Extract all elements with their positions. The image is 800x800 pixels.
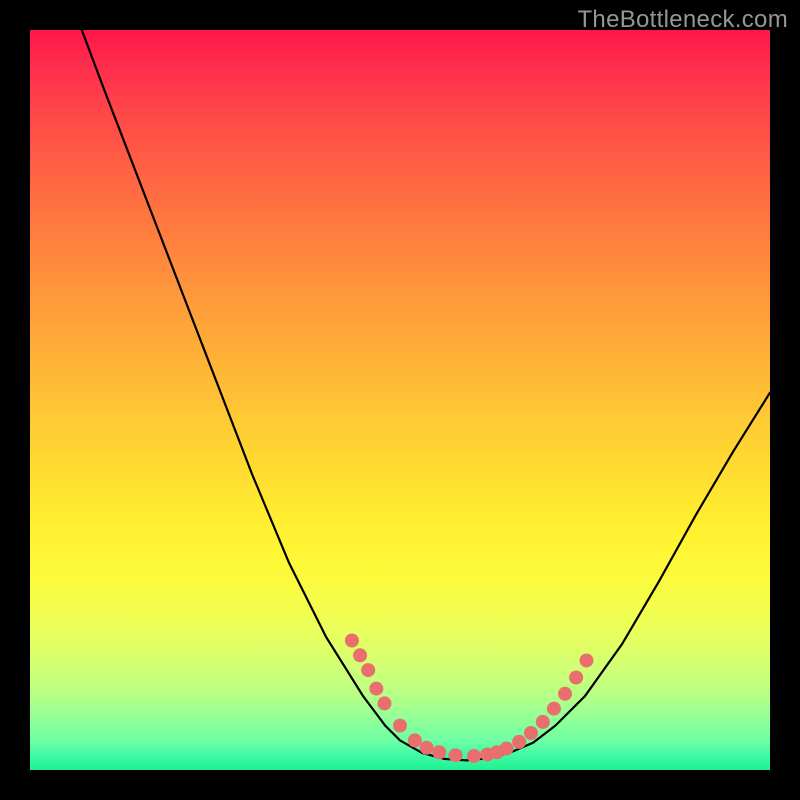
plot-gradient-background bbox=[30, 30, 770, 770]
watermark-text: TheBottleneck.com bbox=[577, 6, 788, 34]
chart-container: TheBottleneck.com bbox=[0, 0, 800, 800]
